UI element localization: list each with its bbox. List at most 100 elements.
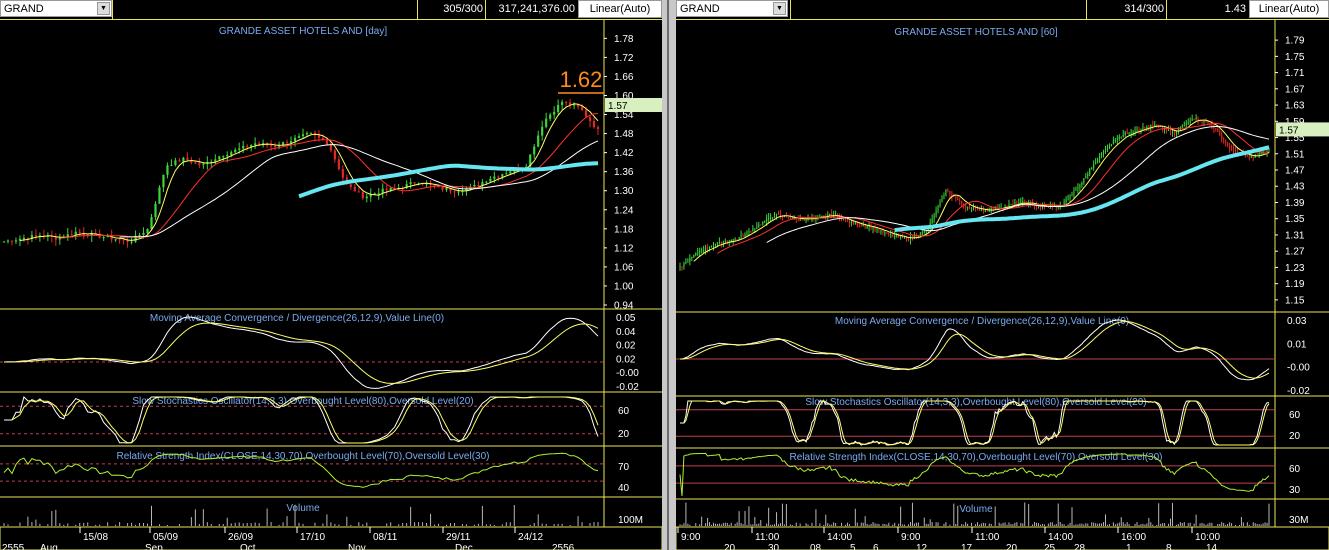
right-subdate-tick-label: 08 [810,543,822,550]
right-candle [819,216,821,218]
right-candle [1268,149,1270,151]
left-candle [214,159,217,162]
right-candle [982,210,984,212]
right-subdate-tick-label: 5 [850,543,856,550]
left-chart-panel[interactable]: GRAND ▼ 305/300 317,241,376.00 Linear(Aut… [0,0,662,550]
right-candle [1016,202,1018,205]
right-candle [1191,118,1193,121]
right-candle [1205,121,1207,123]
panel-splitter[interactable] [662,0,676,550]
left-rsi-tick-label: 70 [618,462,630,473]
left-ma-long-line [298,161,599,199]
right-candle [1073,190,1075,195]
right-candle [693,255,695,257]
left-price-tick-label: 1.18 [614,224,634,235]
left-candle [509,171,512,174]
right-candle [1183,124,1185,126]
left-macd-tick-label: 0.02 [616,341,636,352]
left-price-title: GRANDE ASSET HOTELS AND [day] [219,26,387,37]
right-candle [980,210,982,212]
right-candle [1260,152,1262,154]
right-subdate-tick-label: 20 [724,543,736,550]
right-candle [880,230,882,232]
right-candle [1167,129,1170,131]
right-candle [758,224,760,227]
right-candle [1122,134,1124,137]
right-candle [905,237,908,240]
right-date-tick-label: 11:00 [755,532,780,543]
right-candle [1197,117,1199,121]
right-price-tick-label: 1.43 [1285,182,1305,193]
left-macd-tick-label: -0.02 [616,382,639,393]
right-candle [703,250,705,252]
right-stoch-tick-label: 20 [1289,431,1301,442]
right-price-tick-label: 1.15 [1285,295,1305,306]
right-price-title: GRANDE ASSET HOTELS AND [60] [894,27,1057,38]
right-candle [1110,144,1112,147]
left-candle [497,176,500,178]
left-candle [238,148,241,150]
right-candle [1156,124,1158,126]
left-price-tick-label: 1.24 [614,205,634,216]
left-candle [305,133,309,135]
right-price-tick-label: 1.35 [1285,214,1305,225]
right-candle [941,197,943,203]
right-candle [1221,134,1223,140]
right-candle [872,227,874,229]
right-candle [886,232,888,234]
right-candle [787,217,789,219]
left-subdate-tick-label: Oct [240,543,256,550]
left-candle [596,127,600,129]
left-chart-svg[interactable]: GRANDE ASSET HOTELS AND [day] 1.62 Movin… [0,0,662,550]
left-candle [146,228,149,233]
right-date-tick-label: 16:00 [1121,532,1146,543]
left-price-tick-label: 0.94 [614,301,634,312]
left-macd-line [3,316,599,389]
left-candle [293,137,297,142]
right-candle [943,195,945,198]
left-date-tick-label: 05/09 [153,532,178,543]
left-candle [553,112,556,115]
right-rsi-tick-label: 30 [1289,485,1301,496]
right-chart-panel[interactable]: GRAND ▼ 314/300 1.43 Linear(Auto) GRANDE … [676,0,1329,550]
right-candle [955,196,957,199]
right-candle [1203,121,1205,123]
left-candle [505,173,508,175]
left-candle [309,132,313,134]
right-candle [705,247,707,251]
left-candle [6,240,10,242]
right-candle [1012,204,1014,206]
left-date-tick-label: 17/10 [300,532,325,543]
right-chart-svg[interactable]: GRANDE ASSET HOTELS AND [60] Moving Aver… [676,0,1329,550]
right-candle [890,234,892,236]
right-candle [1010,204,1012,206]
left-candle [162,174,165,188]
right-candle [907,239,910,241]
right-subdate-tick-label: 28 [1074,543,1086,550]
right-candle [1219,131,1221,135]
right-ma-slow-line [766,126,1270,243]
right-candle [1136,129,1138,131]
left-last-price-label: 1.57 [608,101,628,112]
left-candle [365,196,368,199]
left-candle [10,240,14,242]
right-candle [1234,149,1237,152]
right-candle [937,206,939,211]
right-candle [1132,131,1134,133]
right-candle [992,208,994,210]
left-macd-signal-line [4,322,599,384]
right-subdate-tick-label: 6 [873,543,879,550]
right-candle [738,237,740,240]
left-candle [561,102,564,105]
right-subdate-tick-label: 1 [1126,543,1132,550]
right-candle [1091,167,1093,170]
left-date-tick-label: 29/11 [446,532,471,543]
right-candle [779,214,782,216]
left-peak-label: 1.62 [560,67,603,92]
right-candle [1211,124,1213,127]
left-candle [297,136,301,138]
right-date-tick-label: 10:00 [1195,532,1220,543]
left-candle [437,186,440,188]
right-candle [1020,201,1022,204]
left-candle [230,152,233,155]
